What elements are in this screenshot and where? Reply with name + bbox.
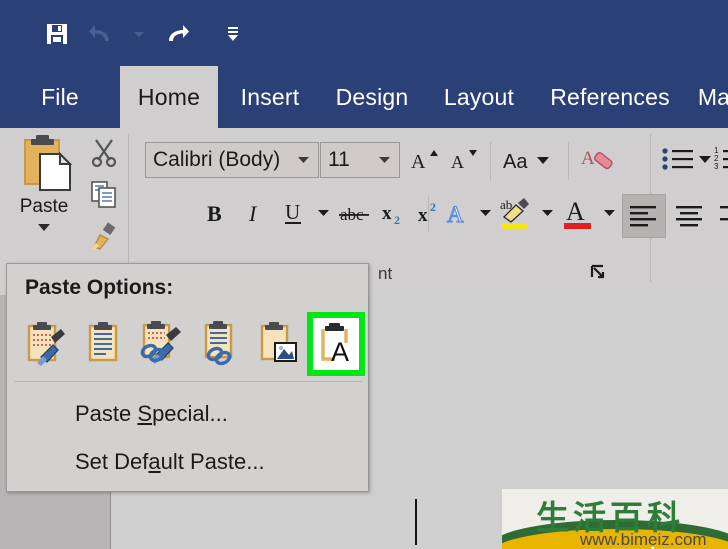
title-bar — [0, 0, 728, 66]
paste-special-item[interactable]: Paste Special... — [15, 392, 362, 436]
svg-text:A: A — [447, 202, 464, 227]
undo-dropdown-caret[interactable] — [126, 12, 152, 56]
tab-design[interactable]: Design — [322, 66, 422, 128]
clipboard-brush-icon — [27, 322, 65, 366]
set-default-paste-label: Set Default Paste... — [75, 449, 265, 474]
svg-text:A: A — [581, 148, 595, 169]
change-case-button[interactable]: Aa — [498, 142, 560, 178]
text-highlight-caret[interactable] — [536, 194, 558, 232]
align-center-button[interactable] — [668, 194, 712, 238]
eraser-icon: A — [581, 148, 613, 170]
svg-text:U: U — [285, 200, 300, 224]
shrink-font-button[interactable]: A — [446, 142, 482, 178]
svg-text:I: I — [248, 201, 258, 226]
clipboard-link-brush-icon — [140, 321, 181, 364]
clipboard-lines-link-icon — [204, 321, 233, 366]
paste-button[interactable]: Paste — [6, 132, 82, 262]
font-name-combo[interactable]: Calibri (Body) — [145, 142, 319, 178]
quick-access-toolbar — [34, 12, 246, 56]
font-size-value: 11 — [328, 148, 350, 171]
text-effects-caret[interactable] — [474, 194, 496, 232]
underline-caret[interactable] — [312, 194, 334, 232]
svg-text:B: B — [207, 201, 222, 226]
tab-home[interactable]: Home — [120, 66, 218, 128]
font-color-button[interactable]: A — [558, 192, 598, 234]
tab-layout[interactable]: Layout — [430, 66, 528, 128]
svg-text:A: A — [331, 337, 349, 367]
paste-keep-source-formatting-option[interactable] — [17, 312, 73, 376]
tab-insert[interactable]: Insert — [224, 66, 316, 128]
paste-special-label: Paste Special... — [75, 401, 228, 426]
paste-merge-formatting-option[interactable] — [75, 312, 131, 376]
redo-icon[interactable] — [152, 12, 198, 56]
paste-clipboard-icon — [24, 135, 72, 191]
svg-text:2: 2 — [430, 200, 436, 214]
paste-options-title: Paste Options: — [25, 276, 174, 299]
svg-text:A: A — [451, 152, 464, 172]
underline-button[interactable]: U — [276, 194, 310, 232]
paintbrush-icon — [91, 222, 116, 250]
paste-keep-text-only-highlight: A — [313, 318, 359, 370]
watermark-trailing-text: how — [650, 545, 690, 549]
paste-picture-option[interactable] — [249, 312, 305, 376]
paste-dropdown-caret[interactable] — [37, 219, 51, 237]
italic-button[interactable]: I — [238, 194, 272, 232]
numbering-button[interactable]: 1 2 3 — [714, 140, 728, 178]
svg-text:Aa: Aa — [503, 151, 528, 173]
cut-button[interactable] — [84, 132, 124, 172]
paste-keep-source-formatting-link-option[interactable] — [133, 312, 189, 376]
text-cursor — [415, 499, 417, 545]
svg-text:x: x — [418, 205, 428, 226]
clipboard-lines-icon — [88, 322, 118, 362]
grow-font-button[interactable]: A — [406, 142, 442, 178]
tab-mailings[interactable]: Ma — [694, 66, 728, 128]
text-effects-button[interactable]: A — [440, 194, 474, 232]
copy-icon — [91, 181, 116, 208]
bold-button[interactable]: B — [198, 194, 232, 232]
font-size-combo[interactable]: 11 — [320, 142, 400, 178]
clear-formatting-button[interactable]: A — [578, 140, 618, 180]
ribbon-tabstrip: File Home Insert Design Layout Reference… — [0, 66, 728, 128]
customize-qat-caret[interactable] — [220, 12, 246, 56]
font-size-caret[interactable] — [378, 151, 399, 169]
watermark: 生活百科 www.bimeiz.com how — [502, 489, 728, 549]
paste-menu-divider — [15, 381, 362, 382]
svg-text:A: A — [411, 151, 426, 173]
save-icon[interactable] — [34, 12, 80, 56]
svg-text:x: x — [382, 203, 392, 224]
bullets-caret[interactable] — [694, 140, 716, 178]
font-name-caret[interactable] — [297, 151, 318, 169]
svg-text:A: A — [566, 197, 585, 226]
tab-file[interactable]: File — [30, 66, 90, 128]
bullets-button[interactable] — [658, 140, 698, 178]
align-left-button[interactable] — [622, 194, 666, 238]
scissors-icon — [91, 139, 117, 167]
font-color-caret[interactable] — [598, 194, 620, 232]
font-group-label: nt — [378, 264, 393, 283]
paste-merge-formatting-link-option[interactable] — [191, 312, 247, 376]
paste-keep-text-only-option[interactable]: A — [307, 312, 365, 376]
set-default-paste-item[interactable]: Set Default Paste... — [15, 440, 362, 484]
text-highlight-color-button[interactable]: ab — [496, 192, 536, 234]
paste-options-menu: Paste Options: A Paste Special... Set De… — [6, 263, 369, 492]
copy-button[interactable] — [84, 174, 124, 214]
tab-references[interactable]: References — [536, 66, 684, 128]
word-window: File Home Insert Design Layout Reference… — [0, 0, 728, 549]
paste-button-label: Paste — [19, 196, 69, 217]
clipboard-text-only-icon: A — [321, 323, 349, 367]
svg-text:3: 3 — [714, 162, 719, 171]
align-right-button[interactable] — [712, 194, 728, 238]
strikethrough-button[interactable]: abc — [336, 194, 374, 232]
font-name-value: Calibri (Body) — [153, 148, 281, 171]
undo-icon[interactable] — [80, 12, 126, 56]
subscript-button[interactable]: x2 — [378, 194, 412, 232]
svg-text:2: 2 — [394, 213, 400, 227]
paste-options-icons: A — [17, 312, 365, 376]
format-painter-button[interactable] — [84, 216, 124, 256]
font-dialog-launcher[interactable] — [590, 264, 608, 287]
clipboard-picture-icon — [260, 322, 297, 362]
